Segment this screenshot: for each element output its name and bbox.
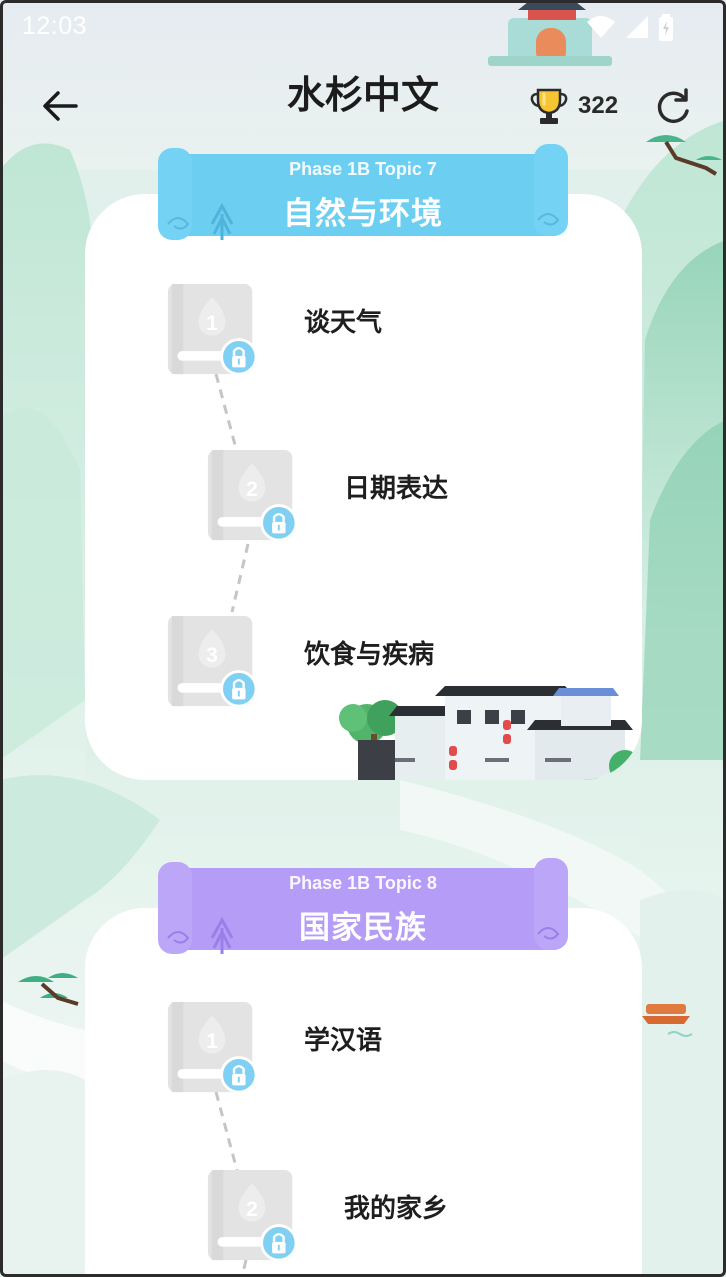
refresh-button[interactable] — [650, 84, 696, 130]
cell-signal-icon — [626, 16, 648, 38]
trophy-icon — [530, 88, 568, 124]
topic-ribbon: Phase 1B Topic 8 国家民族 — [158, 858, 568, 958]
locked-book-icon: 1 — [167, 284, 258, 376]
topic-subtitle: Phase 1B Topic 7 — [289, 159, 437, 179]
refresh-icon — [657, 88, 689, 124]
lesson-label: 饮食与疾病 — [304, 640, 435, 670]
status-bar: 12:03 — [0, 0, 726, 54]
app-header: 水杉中文 322 — [0, 54, 726, 154]
lesson-item[interactable]: 1 谈天气 — [166, 280, 382, 380]
battery-icon — [659, 14, 673, 41]
lesson-item[interactable]: 3 饮食与疾病 — [166, 612, 434, 712]
status-time: 12:03 — [22, 12, 88, 40]
topic-ribbon: Phase 1B Topic 7 自然与环境 — [158, 144, 568, 244]
lesson-label: 谈天气 — [304, 308, 383, 338]
svg-text:2: 2 — [246, 478, 258, 501]
svg-text:1: 1 — [206, 1030, 218, 1053]
path-connector — [214, 1091, 240, 1175]
locked-book-icon: 2 — [207, 1170, 298, 1262]
path-connector — [230, 543, 250, 613]
lesson-label: 学汉语 — [304, 1026, 383, 1056]
wifi-icon — [587, 16, 615, 38]
locked-book-icon: 3 — [167, 616, 258, 708]
svg-text:2: 2 — [246, 1198, 258, 1221]
locked-book-icon: 2 — [207, 450, 298, 542]
village-illustration — [339, 686, 641, 780]
lesson-item[interactable]: 1 学汉语 — [166, 998, 382, 1098]
svg-text:1: 1 — [206, 312, 218, 335]
svg-text:3: 3 — [206, 644, 218, 667]
trophy-count: 322 — [578, 92, 619, 119]
lesson-label: 日期表达 — [344, 474, 449, 504]
locked-book-icon: 1 — [167, 1002, 258, 1094]
lesson-label: 我的家乡 — [344, 1194, 449, 1224]
trophy-score: 322 — [530, 86, 618, 126]
topic-subtitle: Phase 1B Topic 8 — [289, 873, 437, 893]
status-icons — [586, 14, 674, 42]
lesson-item[interactable]: 2 我的家乡 — [206, 1166, 448, 1266]
topic-title: 国家民族 — [299, 910, 427, 946]
lesson-item[interactable]: 2 日期表达 — [206, 446, 448, 546]
topic-title: 自然与环境 — [283, 196, 443, 232]
